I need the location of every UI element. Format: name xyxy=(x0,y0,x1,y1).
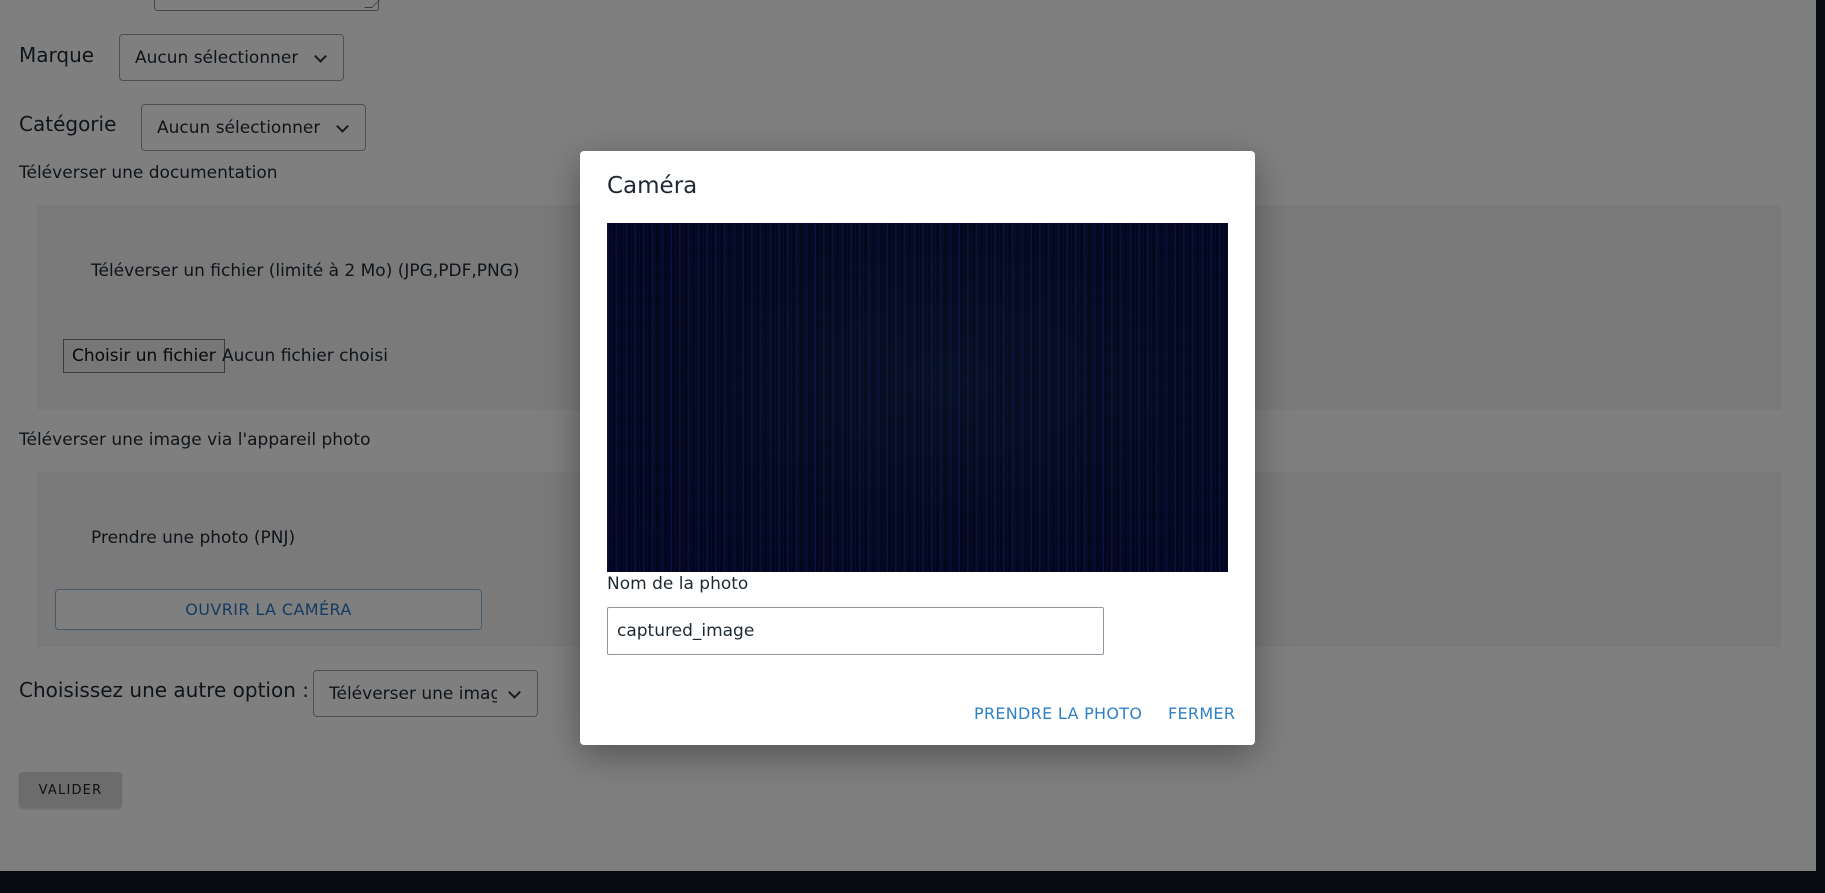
camera-preview xyxy=(607,223,1228,572)
photo-name-label: Nom de la photo xyxy=(607,574,749,594)
photo-name-input[interactable] xyxy=(607,607,1104,655)
camera-dialog: Caméra Nom de la photo PRENDRE LA PHOTO … xyxy=(580,151,1255,745)
close-camera-button[interactable]: FERMER xyxy=(1168,704,1235,723)
take-photo-button[interactable]: PRENDRE LA PHOTO xyxy=(974,704,1142,723)
camera-dialog-title: Caméra xyxy=(607,173,698,199)
camera-static-texture xyxy=(607,223,1228,572)
